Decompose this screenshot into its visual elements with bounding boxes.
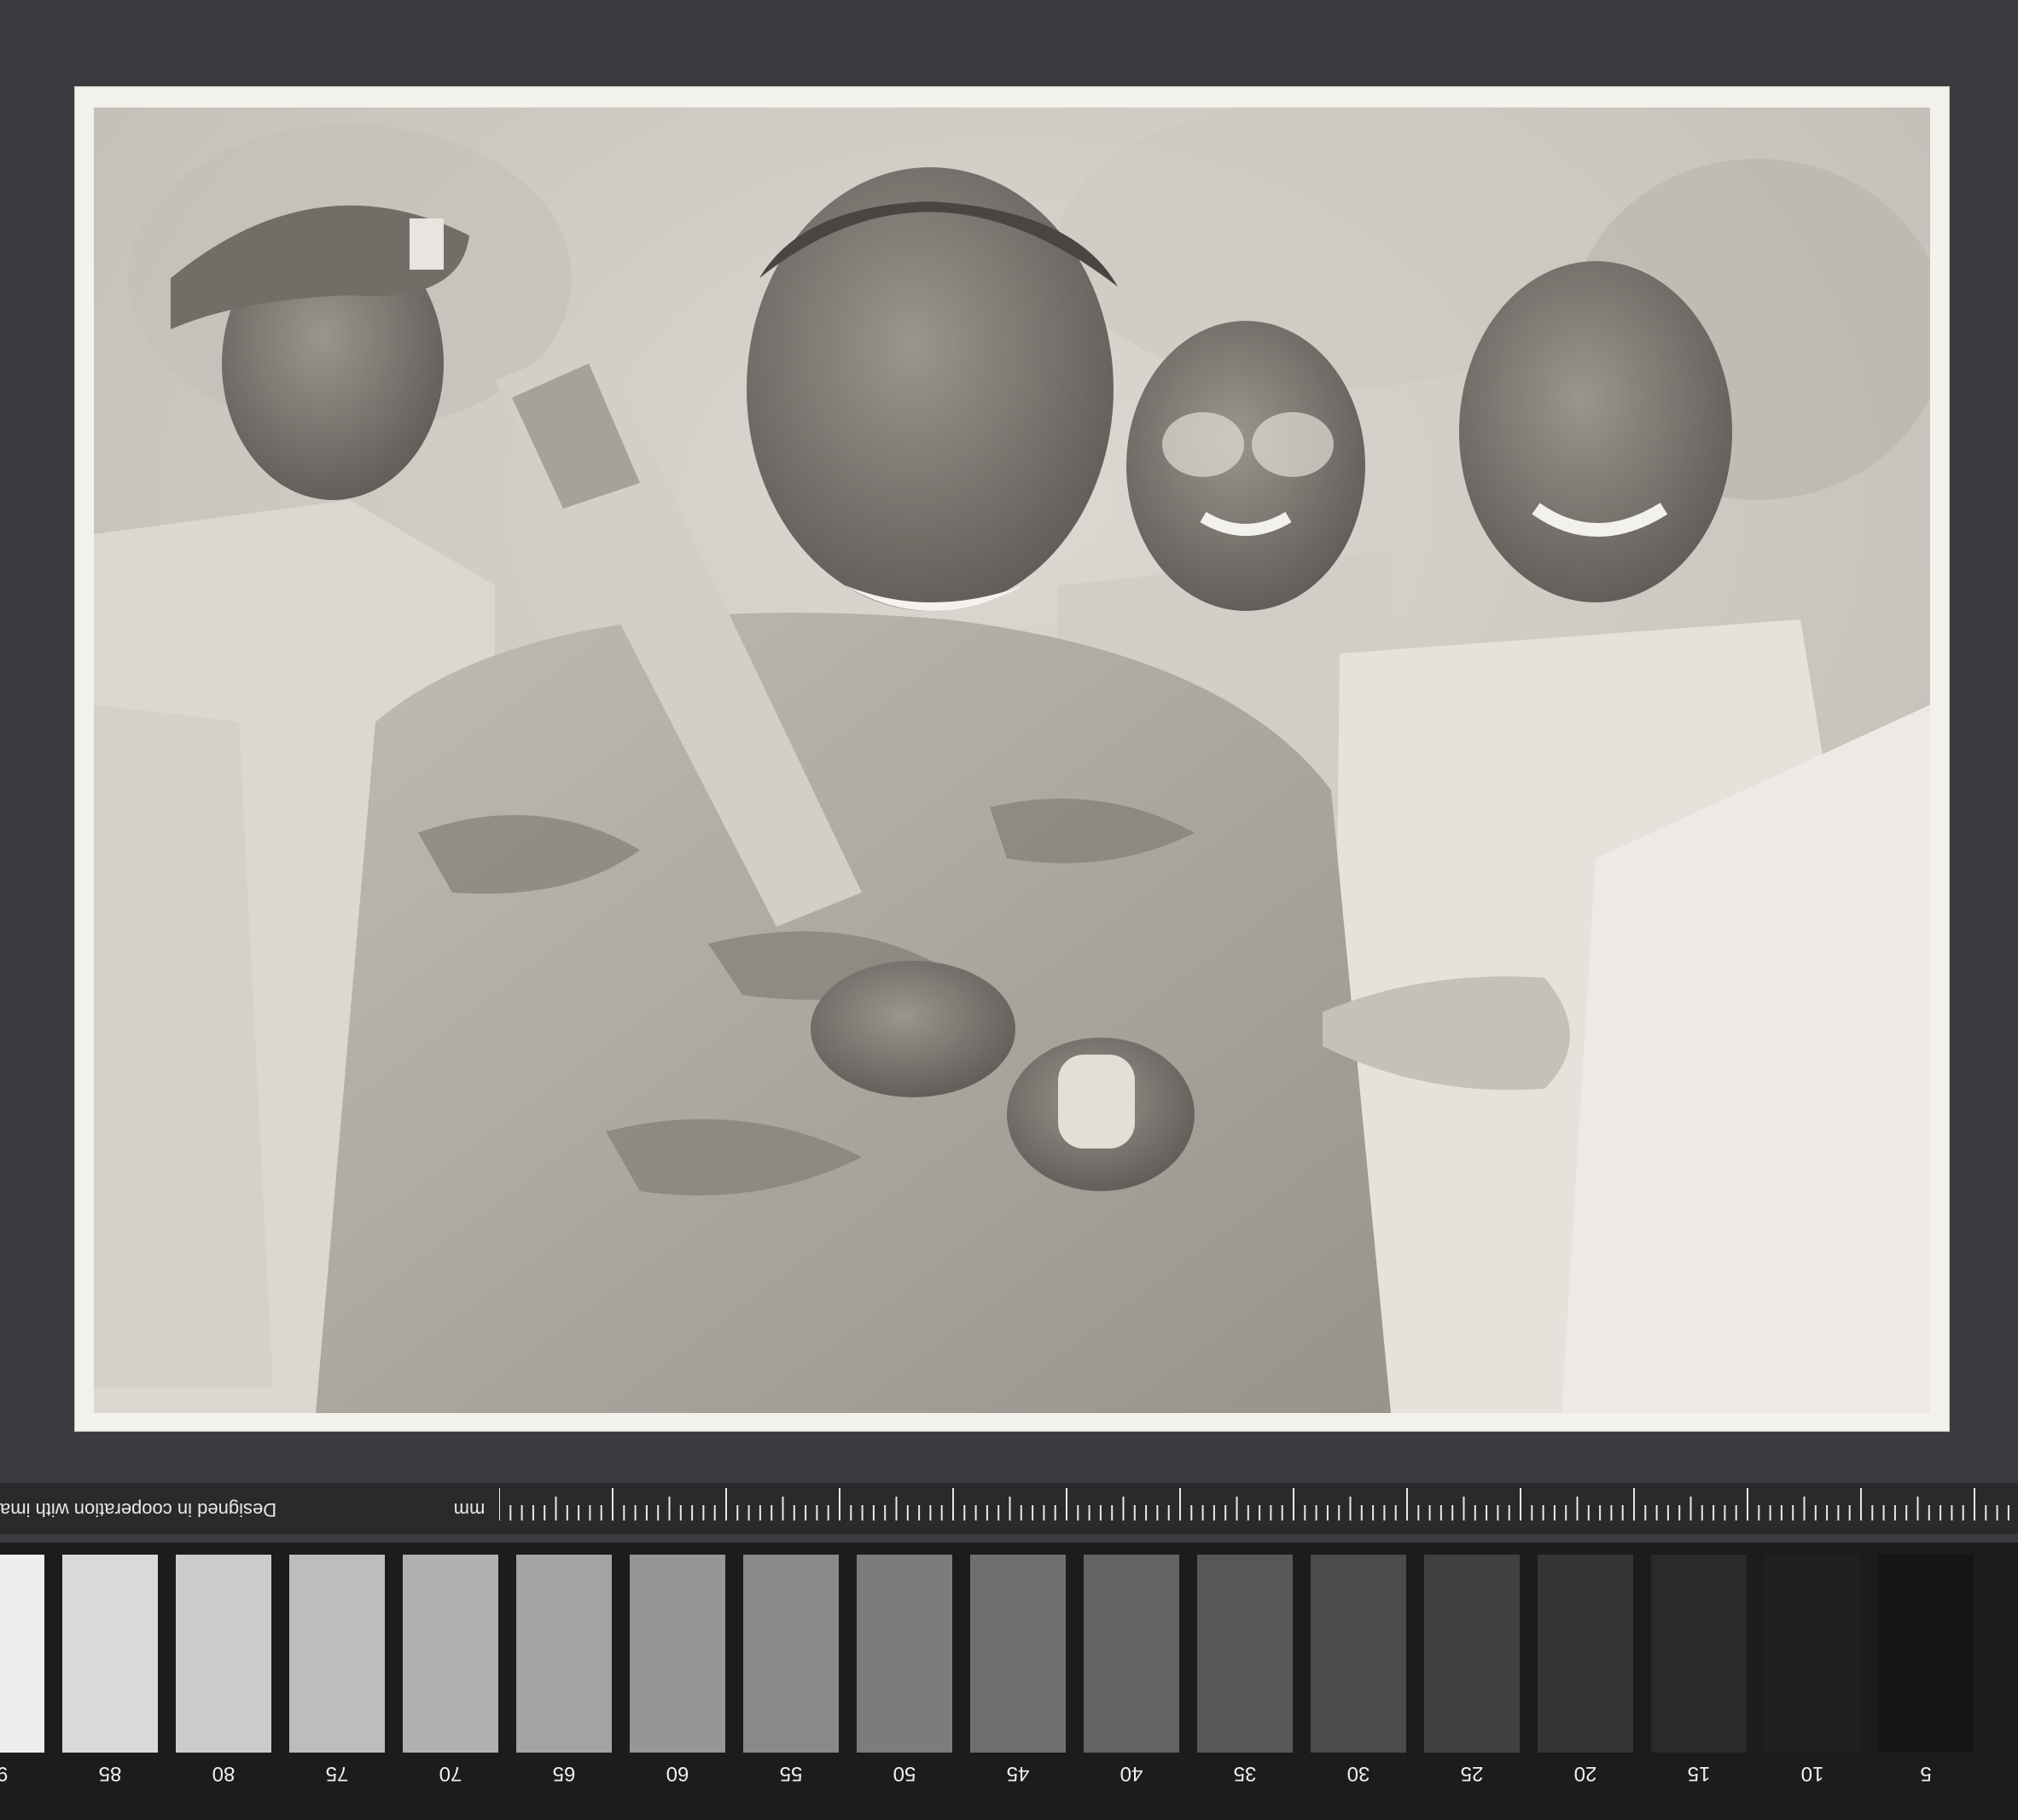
swatch-label: 45	[1006, 1762, 1030, 1785]
swatch-label: 60	[666, 1762, 689, 1785]
swatch-label: 40	[1119, 1762, 1143, 1785]
ruler-credit-text: Designed in cooperation with ima	[0, 1499, 277, 1521]
grayscale-swatch	[1084, 1555, 1179, 1753]
swatch-label: 65	[552, 1762, 576, 1785]
grayscale-swatch	[403, 1555, 498, 1753]
grayscale-swatch	[289, 1555, 385, 1753]
grayscale-swatch	[857, 1555, 952, 1753]
grayscale-swatch	[1651, 1555, 1747, 1753]
group-photograph	[94, 108, 1930, 1413]
grayscale-swatch	[1424, 1555, 1520, 1753]
grayscale-swatch	[62, 1555, 158, 1753]
grayscale-swatch	[1311, 1555, 1406, 1753]
swatch-label: 55	[779, 1762, 803, 1785]
swatch-label: 35	[1233, 1762, 1257, 1785]
grayscale-swatch	[970, 1555, 1066, 1753]
swatch-label: 15	[1687, 1762, 1711, 1785]
grayscale-swatch	[1538, 1555, 1633, 1753]
swatch-label: 85	[98, 1762, 122, 1785]
swatch-label: 10	[1800, 1762, 1824, 1785]
swatch-label: 5	[1920, 1762, 1932, 1785]
swatch-label: 50	[893, 1762, 916, 1785]
grayscale-swatch	[176, 1555, 271, 1753]
grayscale-swatch	[1765, 1555, 1860, 1753]
swatch-label: 70	[439, 1762, 462, 1785]
photo-illustration	[94, 108, 1930, 1413]
swatch-label: 75	[325, 1762, 349, 1785]
grayscale-swatch	[1197, 1555, 1293, 1753]
swatch-label: 80	[212, 1762, 236, 1785]
grayscale-swatch	[743, 1555, 839, 1753]
grayscale-swatch	[516, 1555, 612, 1753]
swatch-label: 30	[1346, 1762, 1370, 1785]
ruler-unit-label: mm	[453, 1499, 486, 1521]
swatch-label: 25	[1460, 1762, 1484, 1785]
grayscale-swatch	[0, 1555, 44, 1753]
grayscale-swatch	[1878, 1555, 1974, 1753]
grayscale-swatch	[630, 1555, 725, 1753]
swatch-label: 20	[1573, 1762, 1597, 1785]
ruler-ticks	[499, 1488, 2009, 1521]
swatch-label: 90	[0, 1758, 44, 1788]
